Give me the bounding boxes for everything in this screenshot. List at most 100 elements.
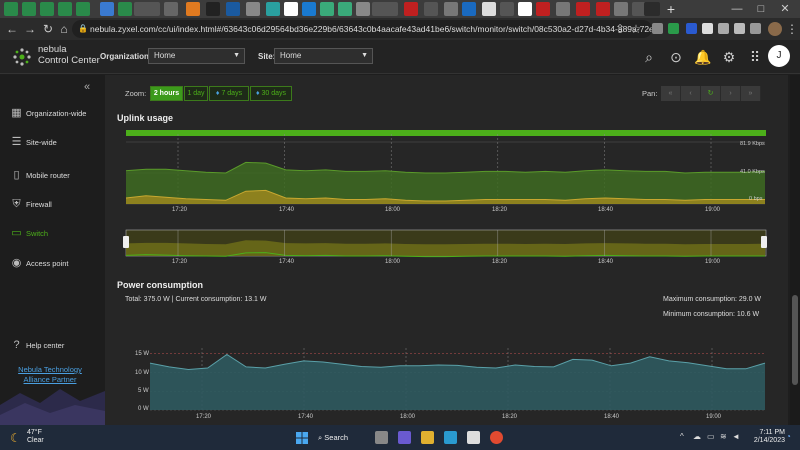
sidebar-item-help-center[interactable]: ? Help center xyxy=(0,334,105,358)
weather-widget[interactable]: 47°F Clear xyxy=(27,429,44,445)
tab-favicon[interactable] xyxy=(424,2,438,16)
puzzle-icon[interactable] xyxy=(734,23,745,34)
tab-favicon[interactable] xyxy=(462,2,476,16)
sidebar-item-label: Switch xyxy=(26,229,49,238)
pan-last-button[interactable]: » xyxy=(741,86,761,101)
volume-icon[interactable]: ◄ xyxy=(732,432,740,441)
sidebar-item-mobile-router[interactable]: ▯ Mobile router xyxy=(0,164,105,188)
tab-favicon[interactable] xyxy=(134,2,160,16)
wifi-tray-icon[interactable]: ≋ xyxy=(720,432,727,441)
tab-favicon[interactable] xyxy=(76,2,90,16)
sidebar-item-switch[interactable]: ▭ Switch xyxy=(0,222,105,246)
tab-favicon[interactable] xyxy=(518,2,532,16)
tab-favicon[interactable] xyxy=(246,2,260,16)
moon-weather-icon[interactable]: ☾ xyxy=(10,431,21,445)
apps-grid-icon[interactable]: ⠿ xyxy=(746,48,764,66)
uplink-x-tick: 17:40 xyxy=(279,207,295,213)
tab-favicon[interactable] xyxy=(164,2,178,16)
address-bar[interactable]: 🔒 nebula.zyxel.com/cc/ui/index.html#/636… xyxy=(72,20,652,38)
pan-back-button[interactable]: ‹ xyxy=(681,86,701,101)
tab-favicon[interactable] xyxy=(556,2,570,16)
sidebar-item-organization-wide[interactable]: ▦ Organization-wide xyxy=(0,102,105,126)
bookmark-star-icon[interactable]: ☆ xyxy=(628,21,644,37)
forward-icon[interactable]: → xyxy=(22,21,38,37)
tab-favicon[interactable] xyxy=(100,2,114,16)
scrollbar-thumb[interactable] xyxy=(792,295,798,385)
tab-favicon[interactable] xyxy=(22,2,36,16)
notification-icon[interactable]: ◔ xyxy=(786,432,791,441)
tab-favicon[interactable] xyxy=(284,2,298,16)
edge-icon[interactable] xyxy=(444,431,457,444)
organization-select[interactable]: Home ▼ xyxy=(148,48,245,64)
tab-favicon[interactable] xyxy=(226,2,240,16)
close-window-icon[interactable]: ✕ xyxy=(778,2,792,16)
browser-menu-icon[interactable]: ⋮ xyxy=(784,21,800,37)
extension-icon[interactable] xyxy=(686,23,697,34)
tab-favicon[interactable] xyxy=(302,2,316,16)
extension-icon[interactable] xyxy=(718,23,729,34)
tab-favicon[interactable] xyxy=(444,2,458,16)
tab-favicon[interactable] xyxy=(118,2,132,16)
reload-icon[interactable]: ↻ xyxy=(40,21,56,37)
zoom-2-hours-button[interactable]: 2 hours xyxy=(150,86,183,101)
sidebar-item-site-wide[interactable]: ☰ Site-wide xyxy=(0,131,105,155)
new-tab-button[interactable]: + xyxy=(663,1,679,17)
notification-bell-icon[interactable]: 🔔 xyxy=(694,48,712,66)
gear-icon[interactable]: ⚙ xyxy=(720,48,738,66)
tab-favicon[interactable] xyxy=(500,2,514,16)
back-icon[interactable]: ← xyxy=(4,21,20,37)
chrome-icon[interactable] xyxy=(490,431,503,444)
store-icon[interactable] xyxy=(467,431,480,444)
taskbar-search[interactable]: ⌕ Search xyxy=(318,430,366,445)
user-avatar[interactable]: J xyxy=(768,45,790,67)
minimize-icon[interactable]: — xyxy=(730,2,744,16)
maximize-icon[interactable]: □ xyxy=(754,2,768,16)
task-view-icon[interactable] xyxy=(375,431,388,444)
windows-start-icon[interactable] xyxy=(296,432,308,444)
tab-favicon[interactable] xyxy=(338,2,352,16)
pan-first-button[interactable]: « xyxy=(661,86,681,101)
sidebar-item-access-point[interactable]: ◉ Access point xyxy=(0,252,105,276)
sidebar-toggle-icon[interactable] xyxy=(750,23,761,34)
tab-favicon[interactable] xyxy=(186,2,200,16)
browser-profile-avatar[interactable] xyxy=(768,22,782,36)
tab-favicon[interactable] xyxy=(596,2,610,16)
zoom-30-days-button[interactable]: ♦ 30 days xyxy=(250,86,292,101)
zoom-7-days-button[interactable]: ♦ 7 days xyxy=(209,86,249,101)
tab-favicon[interactable] xyxy=(404,2,418,16)
tab-favicon[interactable] xyxy=(40,2,54,16)
tab-favicon[interactable] xyxy=(372,2,398,16)
tab-favicon[interactable] xyxy=(266,2,280,16)
display-icon[interactable]: ▭ xyxy=(707,432,715,441)
home-icon[interactable]: ⌂ xyxy=(56,21,72,37)
tab-favicon[interactable] xyxy=(536,2,550,16)
collapse-sidebar-icon[interactable]: « xyxy=(84,81,90,93)
share-icon[interactable]: ⇪ xyxy=(612,21,628,37)
tab-favicon[interactable] xyxy=(614,2,628,16)
site-select[interactable]: Home ▼ xyxy=(274,48,373,64)
extension-icon[interactable] xyxy=(652,23,663,34)
sidebar-item-label: Firewall xyxy=(26,200,52,209)
zoom-1-day-button[interactable]: 1 day xyxy=(184,86,208,101)
teams-icon[interactable] xyxy=(398,431,411,444)
extension-icon[interactable] xyxy=(702,23,713,34)
file-explorer-icon[interactable] xyxy=(421,431,434,444)
tab-favicon[interactable] xyxy=(206,2,220,16)
tab-favicon[interactable] xyxy=(482,2,496,16)
pan-refresh-button[interactable]: ↻ xyxy=(701,86,721,101)
extension-icon[interactable] xyxy=(668,23,679,34)
page-scrollbar[interactable] xyxy=(790,75,800,425)
sidebar-item-firewall[interactable]: ⛨ Firewall xyxy=(0,193,105,217)
more-options-icon[interactable]: ⊙ xyxy=(667,48,685,66)
search-icon[interactable]: ⌕ xyxy=(640,48,658,66)
tab-favicon[interactable] xyxy=(4,2,18,16)
pan-forward-button[interactable]: › xyxy=(721,86,741,101)
tab-favicon[interactable] xyxy=(320,2,334,16)
system-clock[interactable]: 7:11 PM 2/14/2023 xyxy=(745,429,785,445)
chevron-up-icon[interactable]: ^ xyxy=(680,432,684,441)
tab-favicon[interactable] xyxy=(356,2,370,16)
tab-favicon[interactable] xyxy=(576,2,590,16)
cloud-icon[interactable]: ☁ xyxy=(693,432,701,441)
tab-favicon[interactable] xyxy=(58,2,72,16)
tab-active[interactable] xyxy=(644,2,660,16)
